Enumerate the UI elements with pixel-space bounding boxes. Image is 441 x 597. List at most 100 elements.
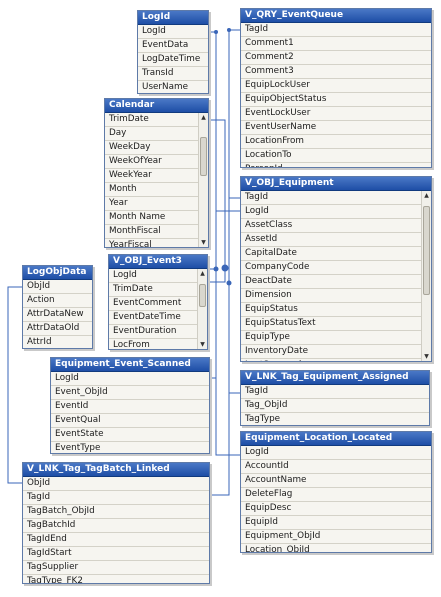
field-row[interactable]: EventDateTime [109, 311, 198, 325]
field-row[interactable]: Action [23, 294, 92, 308]
field-row[interactable]: LogId [241, 205, 422, 219]
table-logobjdata[interactable]: LogObjData ObjId Action AttrDataNew AttrData… [22, 265, 93, 349]
field-row[interactable]: EquipType [241, 331, 422, 345]
table-title[interactable]: V_QRY_EventQueue [241, 9, 431, 23]
scrollbar[interactable]: ▲ ▼ [421, 191, 431, 361]
field-row[interactable]: UserName [138, 81, 208, 93]
field-row[interactable]: WeekYear [105, 169, 199, 183]
field-row[interactable]: Comment2 [241, 51, 431, 65]
scroll-down-arrow-icon[interactable]: ▼ [198, 340, 207, 349]
field-row[interactable]: Comment1 [241, 37, 431, 51]
table-v-obj-event3[interactable]: V_OBJ_Event3 LogId TrimDate EventComment Eve… [108, 254, 208, 350]
field-row[interactable]: InventoryDate [241, 345, 422, 359]
field-row[interactable]: TagId [23, 491, 209, 505]
field-row[interactable]: EquipLockUser [241, 79, 431, 93]
field-row[interactable]: EventData [138, 39, 208, 53]
table-title[interactable]: LogObjData [23, 266, 92, 280]
field-row[interactable]: EventQual [51, 414, 209, 428]
field-row[interactable]: LogId [51, 372, 209, 386]
field-row[interactable]: EquipStatusText [241, 317, 422, 331]
table-v-lnk-tag-tagbatch-linked[interactable]: V_LNK_Tag_TagBatch_Linked ObjId TagId TagBa… [22, 462, 210, 584]
table-equipment-event-scanned[interactable]: Equipment_Event_Scanned LogId Event_ObjId E… [50, 357, 210, 454]
field-row[interactable]: TagBatchId [23, 519, 209, 533]
field-row[interactable]: LogId [138, 25, 208, 39]
field-row[interactable]: Comment3 [241, 65, 431, 79]
table-title[interactable]: Calendar [105, 99, 208, 113]
scrollbar[interactable]: ▲ ▼ [198, 113, 208, 247]
table-equipment-location-located[interactable]: Equipment_Location_Located LogId AccountId… [240, 431, 432, 553]
field-row[interactable]: EquipDesc [241, 502, 431, 516]
field-row[interactable]: Month Name [105, 211, 199, 225]
field-row[interactable]: EventLockUser [241, 107, 431, 121]
table-v-obj-equipment[interactable]: V_OBJ_Equipment TagId LogId AssetClass Asset… [240, 176, 432, 362]
field-row[interactable]: Location_ObjId [241, 544, 431, 552]
field-row[interactable]: AttrDataOld [23, 322, 92, 336]
field-row[interactable]: TagIdStart [23, 547, 209, 561]
field-row[interactable]: Month [105, 183, 199, 197]
field-row[interactable]: TagType [241, 413, 429, 425]
field-row[interactable]: EventUserName [241, 121, 431, 135]
field-row[interactable]: LocationTo [241, 149, 431, 163]
field-row[interactable]: EventDuration [109, 325, 198, 339]
field-row[interactable]: EquipStatus [241, 303, 422, 317]
field-row[interactable]: CompanyCode [241, 261, 422, 275]
scroll-down-arrow-icon[interactable]: ▼ [422, 352, 431, 361]
field-row[interactable]: LogDateTime [138, 53, 208, 67]
field-row[interactable]: EquipId [241, 516, 431, 530]
field-row[interactable]: AccountId [241, 460, 431, 474]
table-title[interactable]: Equipment_Location_Located [241, 432, 431, 446]
table-title[interactable]: V_LNK_Tag_Equipment_Assigned [241, 371, 429, 385]
field-row[interactable]: Tag_ObjId [241, 399, 429, 413]
scroll-thumb[interactable] [423, 205, 430, 295]
scroll-thumb[interactable] [199, 283, 206, 307]
field-row[interactable]: EventState [51, 428, 209, 442]
field-row[interactable]: Event_ObjId [51, 386, 209, 400]
table-title[interactable]: LogId [138, 11, 208, 25]
table-calendar[interactable]: Calendar TrimDate Day WeekDay WeekOfYear Week… [104, 98, 209, 248]
field-row[interactable]: TagId [241, 191, 422, 205]
field-row[interactable]: TagId [241, 385, 429, 399]
field-row[interactable]: TagId [241, 23, 431, 37]
table-logid[interactable]: LogId LogId EventData LogDateTime TransId Use… [137, 10, 209, 94]
field-row[interactable]: LogId [241, 446, 431, 460]
table-title[interactable]: V_OBJ_Equipment [241, 177, 431, 191]
field-row[interactable]: TagSupplier [23, 561, 209, 575]
table-v-lnk-tag-equipment-assigned[interactable]: V_LNK_Tag_Equipment_Assigned TagId Tag_Obj… [240, 370, 430, 426]
table-title[interactable]: V_OBJ_Event3 [109, 255, 207, 269]
scrollbar[interactable]: ▲ ▼ [197, 269, 207, 349]
table-v-qry-eventqueue[interactable]: V_QRY_EventQueue TagId Comment1 Comment2 Com… [240, 8, 432, 168]
field-row[interactable]: AssetClass [241, 219, 422, 233]
field-row[interactable]: PersonId [241, 163, 431, 167]
field-row[interactable]: Year [105, 197, 199, 211]
scroll-up-arrow-icon[interactable]: ▲ [199, 113, 208, 122]
field-row[interactable]: EventId [51, 400, 209, 414]
field-row[interactable]: WeekDay [105, 141, 199, 155]
field-row[interactable]: CapitalDate [241, 247, 422, 261]
field-row[interactable]: LogId [109, 269, 198, 283]
field-row[interactable]: EventComment [109, 297, 198, 311]
field-row[interactable]: WeekOfYear [105, 155, 199, 169]
scroll-thumb[interactable] [200, 136, 207, 177]
field-row[interactable]: LastScanned [241, 359, 422, 361]
field-row[interactable]: TrimDate [109, 283, 198, 297]
field-row[interactable]: EventType [51, 442, 209, 453]
field-row[interactable]: AttrId [23, 336, 92, 348]
scroll-up-arrow-icon[interactable]: ▲ [198, 269, 207, 278]
field-row[interactable]: AssetId [241, 233, 422, 247]
field-row[interactable]: MonthFiscal [105, 225, 199, 239]
field-row[interactable]: TransId [138, 67, 208, 81]
field-row[interactable]: DeactDate [241, 275, 422, 289]
table-title[interactable]: Equipment_Event_Scanned [51, 358, 209, 372]
field-row[interactable]: Equipment_ObjId [241, 530, 431, 544]
field-row[interactable]: DeleteFlag [241, 488, 431, 502]
scroll-up-arrow-icon[interactable]: ▲ [422, 191, 431, 200]
field-row[interactable]: LocFrom [109, 339, 198, 349]
field-row[interactable]: AttrDataNew [23, 308, 92, 322]
field-row[interactable]: TagType_FK2 [23, 575, 209, 583]
field-row[interactable]: TagBatch_ObjId [23, 505, 209, 519]
field-row[interactable]: EquipObjectStatus [241, 93, 431, 107]
field-row[interactable]: ObjId [23, 280, 92, 294]
field-row[interactable]: AccountName [241, 474, 431, 488]
field-row[interactable]: LocationFrom [241, 135, 431, 149]
field-row[interactable]: ObjId [23, 477, 209, 491]
